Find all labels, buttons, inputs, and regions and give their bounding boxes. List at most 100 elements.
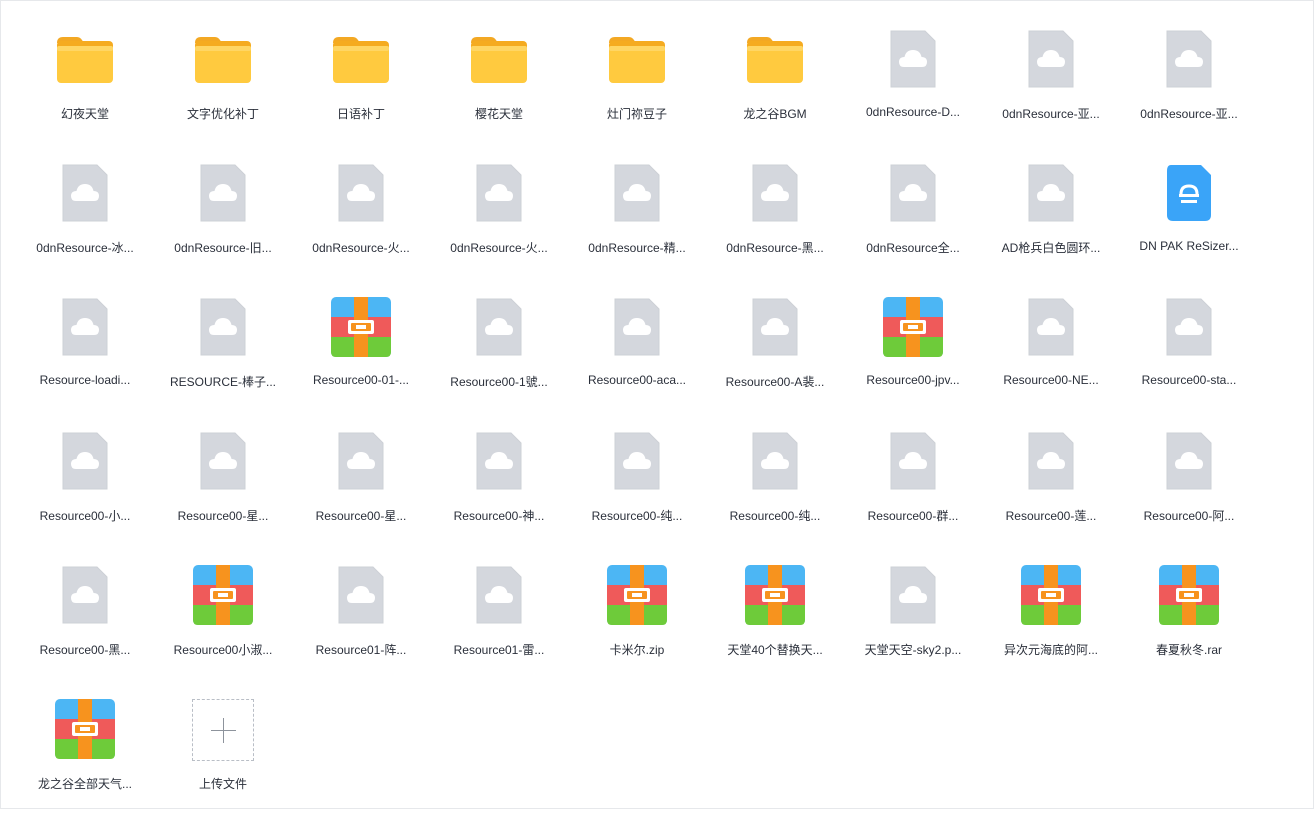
plus-icon[interactable]	[192, 699, 254, 761]
file-item[interactable]: Resource00-NE...	[982, 285, 1120, 419]
archive-icon	[1021, 565, 1081, 625]
cloud-file-icon	[607, 431, 667, 491]
file-item[interactable]: Resource00-阿...	[1120, 419, 1258, 553]
cloud-file-icon	[883, 431, 943, 491]
file-item[interactable]: Resource00-sta...	[1120, 285, 1258, 419]
file-name-label: Resource00-星...	[315, 509, 407, 523]
file-name-label: 0dnResource-D...	[865, 105, 961, 119]
archive-icon	[883, 297, 943, 357]
cloud-file-icon	[193, 297, 253, 357]
file-name-label: 0dnResource-黑...	[726, 241, 824, 255]
upload-label: 上传文件	[198, 777, 247, 791]
file-item[interactable]: Resource00-A裴...	[706, 285, 844, 419]
file-name-label: 0dnResource-旧...	[174, 241, 272, 255]
file-name-label: Resource00-莲...	[1005, 509, 1097, 523]
folder-item[interactable]: 灶门祢豆子	[568, 17, 706, 151]
file-item[interactable]: 0dnResource-黑...	[706, 151, 844, 285]
file-item[interactable]: Resource00-jpv...	[844, 285, 982, 419]
file-item[interactable]: 0dnResource-亚...	[982, 17, 1120, 151]
file-item[interactable]: RESOURCE-棒子...	[154, 285, 292, 419]
file-name-label: 春夏秋冬.rar	[1155, 643, 1222, 657]
file-name-label: Resource01-雷...	[453, 643, 545, 657]
file-item[interactable]: 0dnResource-火...	[292, 151, 430, 285]
file-item[interactable]: Resource00-aca...	[568, 285, 706, 419]
file-item[interactable]: Resource00-小...	[16, 419, 154, 553]
cloud-file-icon	[1021, 297, 1081, 357]
cloud-file-icon	[193, 431, 253, 491]
file-item[interactable]: Resource00小淑...	[154, 553, 292, 687]
cloud-file-icon	[1159, 29, 1219, 89]
folder-item[interactable]: 文字优化补丁	[154, 17, 292, 151]
cloud-file-icon	[55, 297, 115, 357]
file-item[interactable]: 异次元海底的阿...	[982, 553, 1120, 687]
archive-icon	[193, 565, 253, 625]
file-name-label: Resource00-纯...	[591, 509, 683, 523]
cloud-file-icon	[607, 297, 667, 357]
file-name-label: 卡米尔.zip	[609, 643, 665, 657]
folder-item[interactable]: 龙之谷BGM	[706, 17, 844, 151]
file-name-label: 天堂天空-sky2.p...	[864, 643, 962, 657]
folder-item[interactable]: 幻夜天堂	[16, 17, 154, 151]
file-item[interactable]: Resource-loadi...	[16, 285, 154, 419]
cloud-file-icon	[883, 29, 943, 89]
file-item[interactable]: Resource00-星...	[292, 419, 430, 553]
cloud-file-icon	[55, 163, 115, 223]
file-item[interactable]: AD枪兵白色圆环...	[982, 151, 1120, 285]
file-name-label: 0dnResource-亚...	[1002, 107, 1100, 121]
archive-icon	[331, 297, 391, 357]
file-item[interactable]: 0dnResource-火...	[430, 151, 568, 285]
file-item[interactable]: Resource00-黑...	[16, 553, 154, 687]
cloud-file-icon	[469, 431, 529, 491]
file-name-label: Resource00-纯...	[729, 509, 821, 523]
file-name-label: 0dnResource-精...	[588, 241, 686, 255]
file-item[interactable]: Resource00-1號...	[430, 285, 568, 419]
file-name-label: Resource01-阵...	[315, 643, 407, 657]
file-item[interactable]: DN PAK ReSizer...	[1120, 151, 1258, 285]
cloud-file-icon	[193, 163, 253, 223]
cloud-file-icon	[469, 163, 529, 223]
file-name-label: 龙之谷BGM	[743, 107, 807, 121]
cloud-file-icon	[331, 163, 391, 223]
file-name-label: Resource00-群...	[867, 509, 959, 523]
file-name-label: RESOURCE-棒子...	[169, 375, 276, 389]
archive-icon	[745, 565, 805, 625]
cloud-file-icon	[883, 565, 943, 625]
file-item[interactable]: 0dnResource全...	[844, 151, 982, 285]
file-item[interactable]: 龙之谷全部天气...	[16, 687, 154, 821]
file-item[interactable]: Resource01-阵...	[292, 553, 430, 687]
file-item[interactable]: 卡米尔.zip	[568, 553, 706, 687]
file-item[interactable]: 天堂40个替换天...	[706, 553, 844, 687]
cloud-file-icon	[1021, 29, 1081, 89]
file-name-label: Resource00-sta...	[1141, 373, 1237, 387]
file-item[interactable]: 0dnResource-精...	[568, 151, 706, 285]
file-name-label: DN PAK ReSizer...	[1139, 239, 1239, 253]
file-item[interactable]: 0dnResource-冰...	[16, 151, 154, 285]
folder-icon	[193, 29, 253, 89]
file-item[interactable]: Resource00-星...	[154, 419, 292, 553]
app-file-icon	[1159, 163, 1219, 223]
file-item[interactable]: Resource00-莲...	[982, 419, 1120, 553]
file-item[interactable]: Resource00-神...	[430, 419, 568, 553]
file-name-label: 异次元海底的阿...	[1003, 643, 1098, 657]
file-item[interactable]: Resource00-纯...	[706, 419, 844, 553]
file-item[interactable]: 0dnResource-亚...	[1120, 17, 1258, 151]
file-name-label: Resource00-阿...	[1143, 509, 1235, 523]
file-item[interactable]: Resource00-01-...	[292, 285, 430, 419]
file-name-label: Resource00-黑...	[39, 643, 131, 657]
file-item[interactable]: Resource01-雷...	[430, 553, 568, 687]
file-name-label: Resource-loadi...	[39, 373, 131, 387]
cloud-file-icon	[331, 431, 391, 491]
file-name-label: 灶门祢豆子	[606, 107, 667, 121]
file-name-label: 0dnResource-亚...	[1140, 107, 1238, 121]
file-item[interactable]: 春夏秋冬.rar	[1120, 553, 1258, 687]
folder-item[interactable]: 樱花天堂	[430, 17, 568, 151]
file-item[interactable]: 0dnResource-旧...	[154, 151, 292, 285]
file-item[interactable]: 0dnResource-D...	[844, 17, 982, 151]
file-name-label: 0dnResource-火...	[312, 241, 410, 255]
folder-item[interactable]: 日语补丁	[292, 17, 430, 151]
upload-file-button[interactable]: 上传文件	[154, 687, 292, 821]
file-item[interactable]: 天堂天空-sky2.p...	[844, 553, 982, 687]
file-item[interactable]: Resource00-纯...	[568, 419, 706, 553]
file-item[interactable]: Resource00-群...	[844, 419, 982, 553]
file-name-label: 日语补丁	[336, 107, 385, 121]
